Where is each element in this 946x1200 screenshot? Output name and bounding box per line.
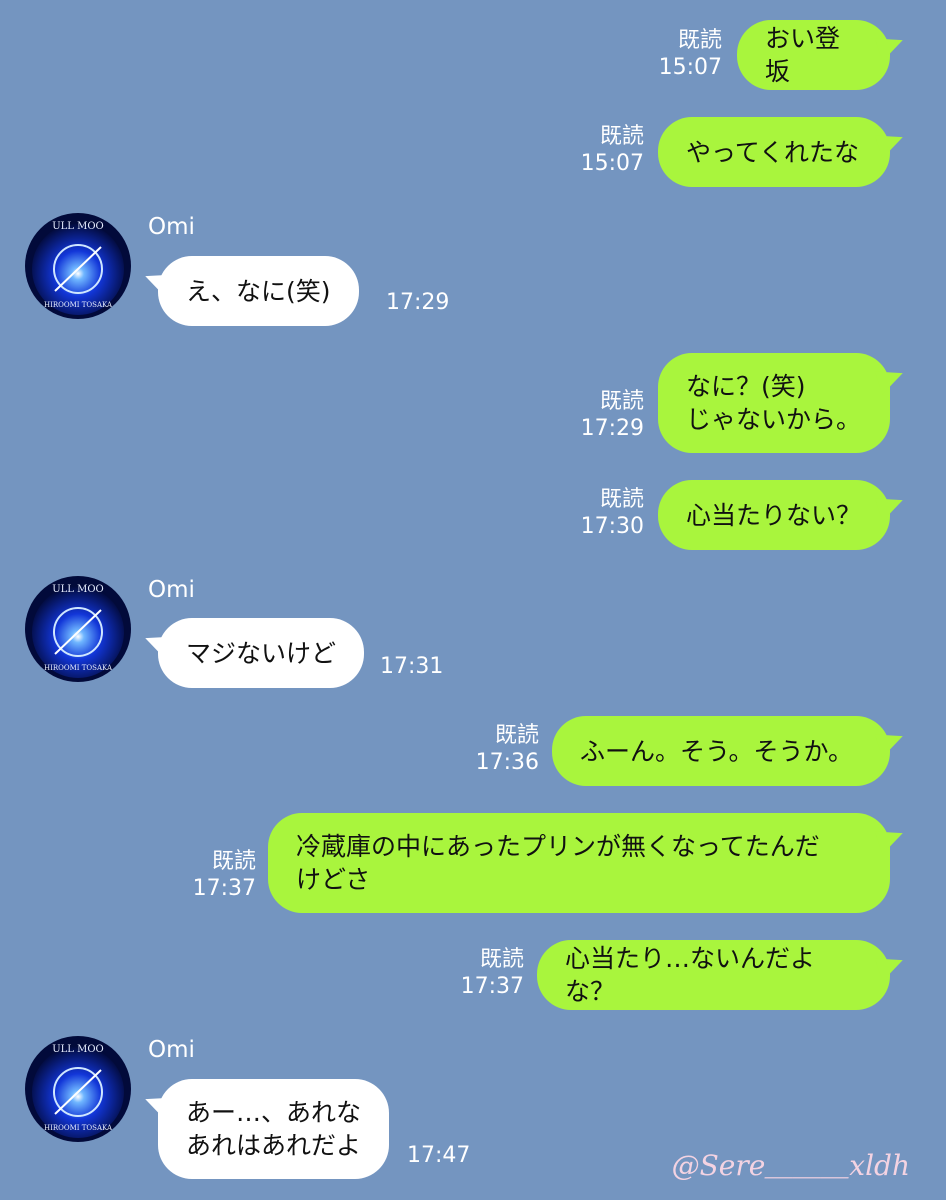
message-time: 17:37 [192, 876, 256, 901]
message-meta: 既読 17:36 [455, 722, 539, 776]
message-text: 心当たり…ないんだよな？ [565, 944, 816, 1006]
message-text: え、なに(笑) [186, 276, 331, 306]
message-meta: 既読 15:07 [640, 27, 722, 81]
svg-text:ULL MOO: ULL MOO [52, 221, 104, 232]
read-receipt: 既読 [494, 723, 539, 748]
message-meta: 既読 17:37 [440, 946, 524, 1000]
sent-message-bubble[interactable]: 心当たりない？ [658, 480, 890, 550]
sent-message-bubble[interactable]: 冷蔵庫の中にあったプリンが無くなってたんだ けどさ [268, 813, 890, 913]
read-receipt: 既読 [479, 947, 524, 972]
message-meta: 既読 17:29 [560, 388, 644, 442]
sent-message-bubble[interactable]: ふーん。そう。そうか。 [552, 716, 890, 786]
watermark: @Sere＿＿＿xldh [671, 1149, 910, 1182]
message-text: なに？(笑) じゃないから。 [686, 372, 862, 434]
message-time: 17:31 [380, 654, 444, 679]
svg-text:HIROOMI TOSAKA: HIROOMI TOSAKA [44, 1124, 113, 1132]
received-message-bubble[interactable]: マジないけど [158, 618, 365, 688]
message-text: マジないけど [186, 638, 337, 668]
blue-moon-icon: ULL MOO HIROOMI TOSAKA [25, 576, 131, 682]
message-text: 心当たりない？ [686, 500, 862, 530]
sent-message-bubble[interactable]: なに？(笑) じゃないから。 [658, 353, 890, 453]
message-text: おい登坂 [765, 24, 841, 86]
message-time: 17:30 [580, 514, 644, 539]
sent-message-bubble[interactable]: やってくれたな [658, 117, 890, 187]
sent-message-bubble[interactable]: おい登坂 [737, 20, 890, 90]
message-text: ふーん。そう。そうか。 [580, 736, 854, 766]
blue-moon-icon: ULL MOO HIROOMI TOSAKA [25, 1036, 131, 1142]
svg-text:HIROOMI TOSAKA: HIROOMI TOSAKA [44, 664, 113, 672]
sender-name: Omi [148, 1037, 195, 1063]
read-receipt: 既読 [211, 849, 256, 874]
svg-text:ULL MOO: ULL MOO [52, 584, 104, 595]
blue-moon-icon: ULL MOO HIROOMI TOSAKA [25, 213, 131, 319]
message-time: 17:47 [407, 1143, 471, 1168]
sender-name: Omi [148, 214, 195, 240]
read-receipt: 既読 [599, 389, 644, 414]
read-receipt: 既読 [677, 28, 722, 53]
message-meta: 既読 15:07 [560, 123, 644, 177]
sender-name: Omi [148, 577, 195, 603]
contact-avatar[interactable]: ULL MOO HIROOMI TOSAKA [25, 213, 131, 319]
received-message-bubble[interactable]: え、なに(笑) [158, 256, 359, 326]
contact-avatar[interactable]: ULL MOO HIROOMI TOSAKA [25, 576, 131, 682]
received-message-bubble[interactable]: あー…、あれな あれはあれだよ [158, 1079, 390, 1179]
message-time: 17:36 [475, 750, 539, 775]
message-text: 冷蔵庫の中にあったプリンが無くなってたんだ けどさ [296, 832, 820, 894]
svg-text:HIROOMI TOSAKA: HIROOMI TOSAKA [44, 301, 113, 309]
message-time: 15:07 [580, 151, 644, 176]
sent-message-bubble[interactable]: 心当たり…ないんだよな？ [537, 940, 890, 1010]
message-time: 15:07 [658, 55, 722, 80]
read-receipt: 既読 [599, 124, 644, 149]
message-time: 17:29 [580, 416, 644, 441]
message-text: やってくれたな [686, 137, 860, 167]
message-meta: 既読 17:37 [170, 848, 256, 902]
message-text: あー…、あれな あれはあれだよ [186, 1098, 362, 1160]
contact-avatar[interactable]: ULL MOO HIROOMI TOSAKA [25, 1036, 131, 1142]
message-time: 17:37 [460, 974, 524, 999]
message-time: 17:29 [386, 290, 450, 315]
message-meta: 既読 17:30 [560, 486, 644, 540]
svg-text:ULL MOO: ULL MOO [52, 1044, 104, 1055]
read-receipt: 既読 [599, 487, 644, 512]
